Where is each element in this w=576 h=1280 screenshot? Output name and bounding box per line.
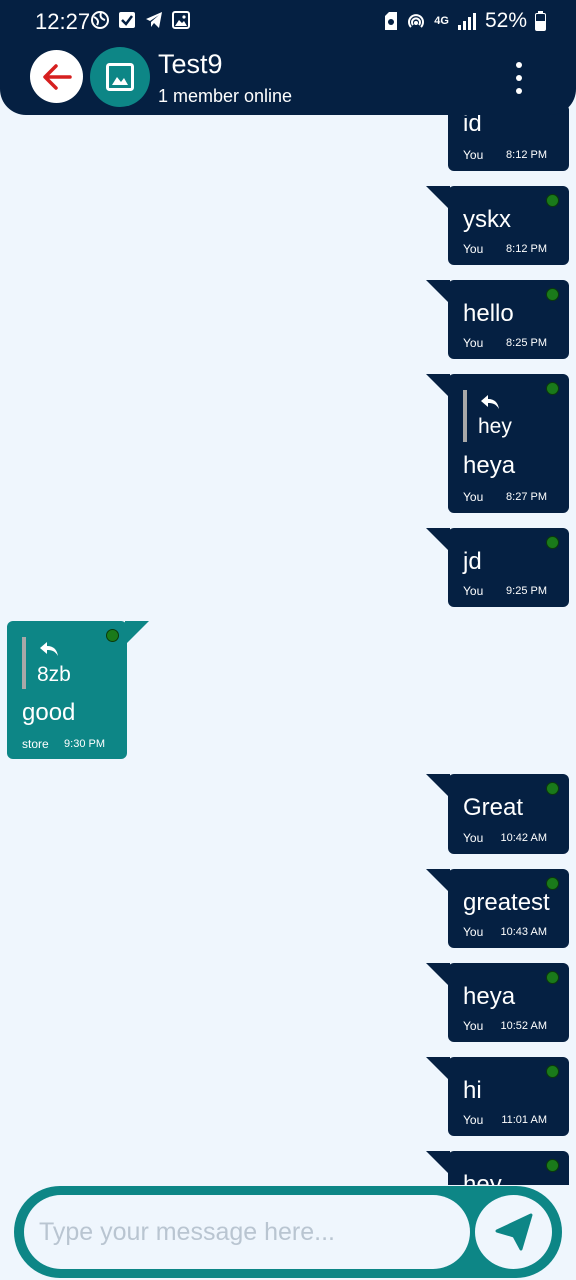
message-sender: You: [463, 336, 484, 350]
status-time: 12:27: [35, 9, 91, 34]
message-bubble[interactable]: heya You 10:52 AM: [426, 963, 569, 1042]
message-text: hey: [463, 1171, 502, 1185]
battery-icon: [535, 11, 546, 31]
message-sender: store: [22, 737, 49, 751]
message-text: jd: [463, 548, 482, 575]
status-notification-icons: [91, 11, 190, 29]
message-text: hi: [463, 1077, 482, 1104]
message-sender: You: [463, 831, 484, 845]
message-time: 9:25 PM: [506, 585, 547, 597]
message-text: good: [22, 699, 76, 726]
signal-icon: [457, 13, 476, 30]
message-bubble[interactable]: hey heya You 8:27 PM: [426, 374, 569, 513]
online-status-dot: [106, 629, 119, 642]
online-status-dot: [546, 782, 559, 795]
message-time: 10:52 AM: [500, 1020, 547, 1032]
bubble-tail: [426, 963, 450, 987]
bubble-tail: [426, 1151, 450, 1175]
message-text: hello: [463, 300, 514, 327]
dot: [516, 62, 522, 68]
message-bubble[interactable]: hello You 8:25 PM: [426, 280, 569, 359]
bubble-tail: [426, 528, 450, 552]
message-time: 11:01 AM: [501, 1114, 547, 1126]
send-button[interactable]: [475, 1195, 552, 1269]
message-text: heya: [463, 452, 516, 479]
message-time: 9:30 PM: [64, 738, 105, 750]
reply-quote-bar: [463, 390, 467, 442]
message-time: 10:43 AM: [500, 926, 547, 938]
status-bar: 12:27 4G 52%: [0, 0, 576, 42]
online-status-dot: [546, 1065, 559, 1078]
battery-percent: 52%: [484, 9, 527, 32]
app-header: 12:27 4G 52% Test9 1 member online: [0, 0, 576, 115]
image-icon: [172, 11, 190, 29]
message-sender: You: [463, 490, 484, 504]
hotspot-icon: [408, 14, 425, 28]
reply-icon: [481, 395, 499, 409]
message-sender: You: [463, 1019, 484, 1033]
online-count: 1 member online: [158, 86, 293, 106]
online-status-dot: [546, 288, 559, 301]
reply-quote-text: 8zb: [37, 663, 71, 686]
message-sender: You: [463, 148, 484, 162]
bubble-tail: [125, 621, 149, 645]
message-text: yskx: [463, 206, 511, 233]
message-input[interactable]: [24, 1195, 470, 1269]
send-icon: [495, 1213, 532, 1251]
status-system-icons: 4G 52%: [384, 9, 546, 33]
online-status-dot: [546, 194, 559, 207]
message-sender: You: [463, 584, 484, 598]
bubble-tail: [426, 280, 450, 304]
online-status-dot: [546, 971, 559, 984]
more-options-button[interactable]: [508, 62, 530, 94]
message-time: 10:42 AM: [500, 832, 547, 844]
message-time: 8:27 PM: [506, 491, 547, 503]
message-bubble[interactable]: greatest You 10:43 AM: [426, 869, 569, 948]
online-status-dot: [546, 1159, 559, 1172]
bubble-tail: [426, 869, 450, 893]
message-bubble[interactable]: 8zb good store 9:30 PM: [7, 621, 149, 759]
online-status-dot: [546, 382, 559, 395]
bubble-tail: [426, 186, 450, 210]
message-sender: You: [463, 1113, 484, 1127]
composer-bar: [14, 1186, 562, 1278]
network-type: 4G: [434, 14, 449, 27]
message-text: Great: [463, 794, 524, 821]
message-time: 8:12 PM: [506, 149, 547, 161]
bubble-tail: [426, 374, 450, 398]
message-time: 8:12 PM: [506, 243, 547, 255]
message-sender: You: [463, 242, 484, 256]
bubble-tail: [426, 1057, 450, 1081]
telegram-icon: [146, 12, 162, 28]
message-bubble[interactable]: jd You 9:25 PM: [426, 528, 569, 607]
image-placeholder-icon: [106, 63, 134, 91]
reply-quote-text: hey: [478, 415, 512, 438]
message-sender: You: [463, 925, 484, 939]
message-list[interactable]: id You 8:12 PM yskx You 8:12 PM hello Yo…: [0, 0, 576, 1185]
chat-title[interactable]: Test9: [158, 49, 223, 80]
back-button[interactable]: [30, 50, 83, 103]
group-avatar[interactable]: [90, 47, 150, 107]
dot: [516, 75, 522, 81]
sim-icon: [385, 12, 398, 30]
online-status-dot: [546, 536, 559, 549]
message-time: 8:25 PM: [506, 337, 547, 349]
message-bubble[interactable]: Great You 10:42 AM: [426, 774, 569, 854]
dot: [516, 88, 522, 94]
checkbox-icon: [119, 12, 135, 28]
message-bubble[interactable]: hey: [426, 1151, 569, 1185]
bubble-tail: [426, 774, 450, 798]
arrow-left-icon: [42, 63, 72, 90]
reply-quote-bar: [22, 637, 26, 689]
message-text: heya: [463, 983, 516, 1010]
globe-icon: [91, 11, 109, 29]
reply-icon: [40, 642, 58, 656]
message-text: greatest: [463, 889, 550, 916]
message-bubble[interactable]: yskx You 8:12 PM: [426, 186, 569, 265]
message-bubble[interactable]: hi You 11:01 AM: [426, 1057, 569, 1136]
